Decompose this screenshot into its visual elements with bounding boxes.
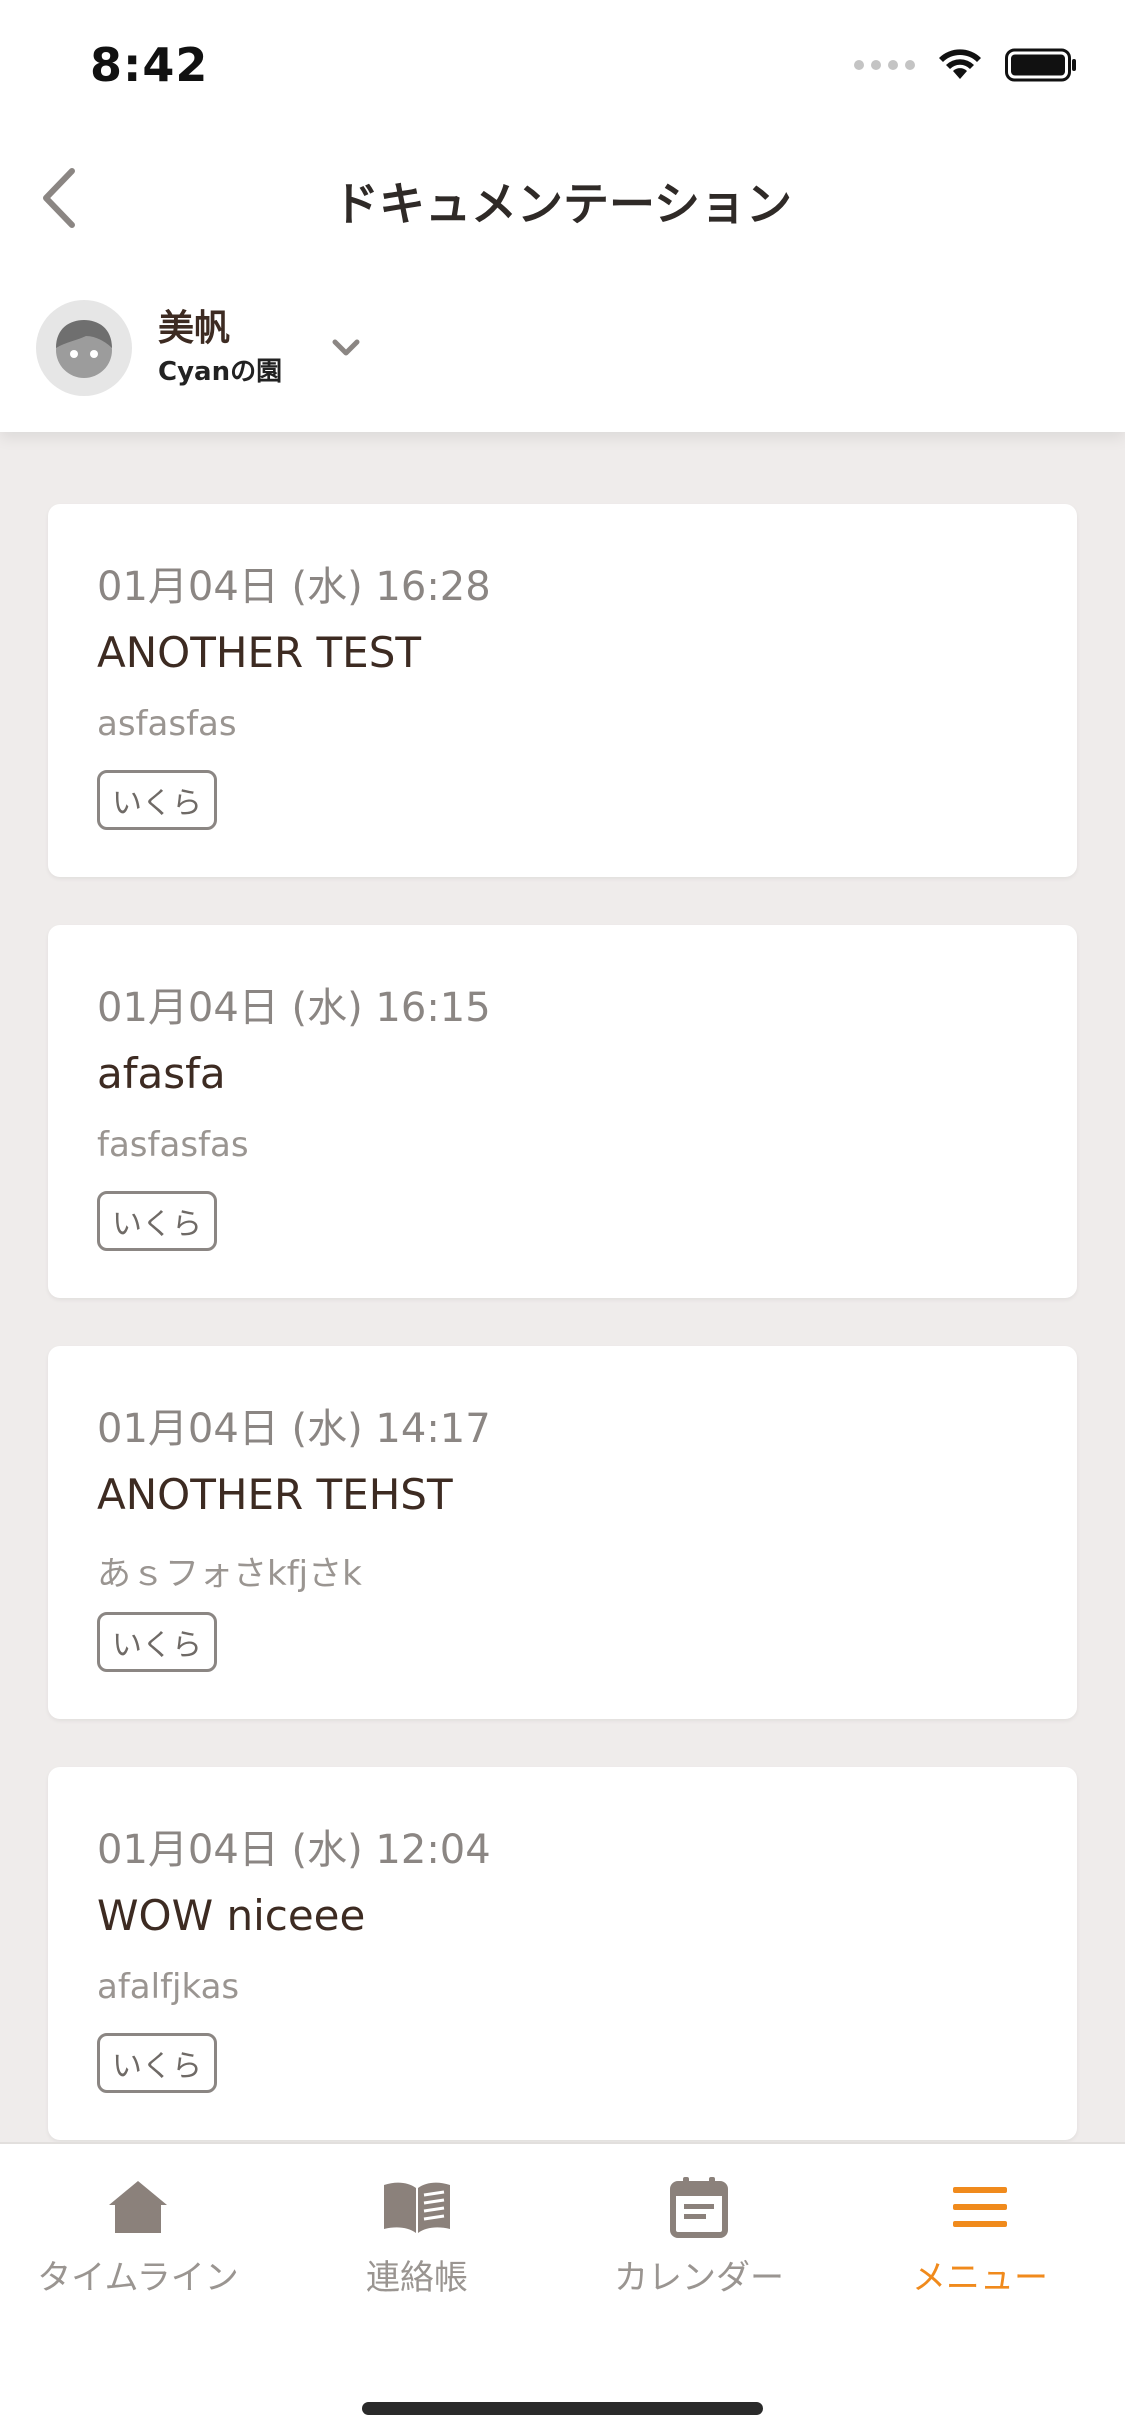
document-tag: いくら [97,1191,217,1251]
document-date: 01月04日 (水) 16:15 [97,985,491,1031]
wifi-icon [939,49,981,79]
child-info: 美帆 Cyanの園 [158,307,282,389]
tab-label: タイムライン [37,2258,239,2298]
document-tag: いくら [97,2033,217,2093]
screen: 8:42 ドキュメンテーション 美帆 Cyanの園 01月04日 (水) 16:… [0,0,1125,2436]
calendar-icon [664,2172,734,2242]
child-face-icon [56,320,112,378]
avatar [36,300,132,396]
school-name: Cyanの園 [158,357,283,387]
chevron-down-icon[interactable] [326,328,366,368]
document-body: あｓフォさkfjさk [97,1554,362,1594]
document-title: ANOTHER TEHST [97,1470,453,1519]
page-title: ドキュメンテーション [332,177,793,231]
battery-icon [1005,48,1076,82]
document-tag: いくら [97,1612,217,1672]
document-title: ANOTHER TEST [97,628,422,677]
document-body: asfasfas [97,704,237,744]
document-card[interactable]: 01月04日 (水) 14:17 ANOTHER TEHST あｓフォさkfjさ… [48,1346,1077,1719]
document-body: fasfasfas [97,1125,249,1165]
document-title: afasfa [97,1049,226,1098]
document-title: WOW niceee [97,1891,366,1940]
tab-bar: タイムライン 連絡帳 カレンダー メニュー [0,2142,1125,2436]
document-date: 01月04日 (水) 14:17 [97,1406,491,1452]
home-icon [103,2172,173,2242]
home-indicator[interactable] [362,2402,763,2415]
document-card[interactable]: 01月04日 (水) 16:15 afasfa fasfasfas いくら [48,925,1077,1298]
header: 8:42 ドキュメンテーション 美帆 Cyanの園 [0,0,1125,432]
tab-notebook[interactable]: 連絡帳 [287,2172,547,2299]
tab-label: カレンダー [614,2258,784,2298]
menu-icon [945,2172,1015,2242]
document-date: 01月04日 (水) 12:04 [97,1827,491,1873]
document-tag: いくら [97,770,217,830]
cellular-signal-icon [854,60,915,70]
status-time: 8:42 [90,38,209,92]
book-icon [382,2172,452,2242]
status-indicators [854,48,1077,82]
tab-menu[interactable]: メニュー [850,2172,1110,2299]
document-date: 01月04日 (水) 16:28 [97,564,491,610]
tab-label: 連絡帳 [366,2258,468,2298]
tab-calendar[interactable]: カレンダー [569,2172,829,2299]
child-name: 美帆 [158,308,231,349]
document-card[interactable]: 01月04日 (水) 12:04 WOW niceee afalfjkas いく… [48,1767,1077,2140]
document-body: afalfjkas [97,1967,240,2007]
tab-label: メニュー [912,2258,1048,2298]
tab-timeline[interactable]: タイムライン [8,2172,268,2299]
child-selector[interactable]: 美帆 Cyanの園 [36,298,366,398]
document-card[interactable]: 01月04日 (水) 16:28 ANOTHER TEST asfasfas い… [48,504,1077,877]
